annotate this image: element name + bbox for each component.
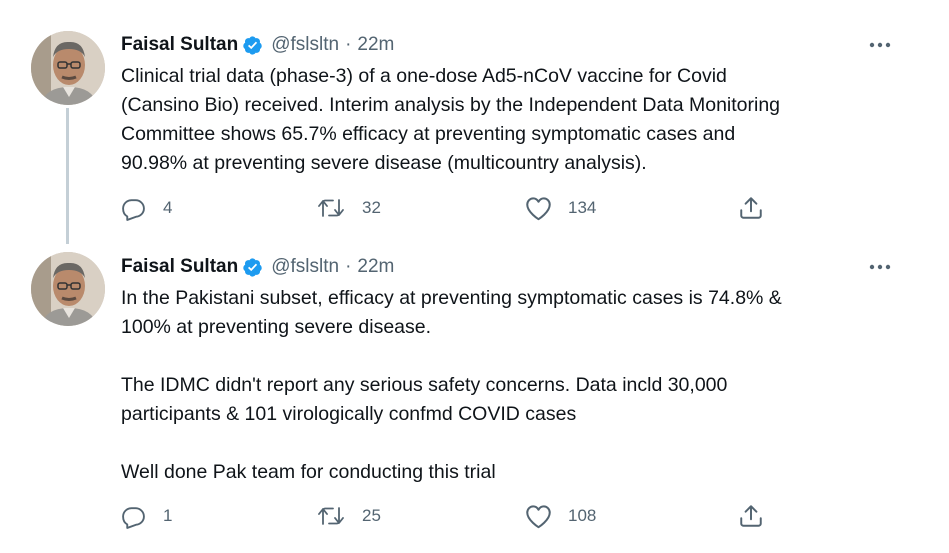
author-name[interactable]: Faisal Sultan: [121, 256, 238, 278]
retweet-count: 32: [362, 198, 381, 217]
verified-badge-icon: [242, 257, 263, 278]
author-name[interactable]: Faisal Sultan: [121, 34, 238, 56]
like-icon: [526, 196, 551, 220]
reply-count: 4: [163, 198, 173, 217]
like-icon: [526, 504, 551, 528]
thread-connector-line: [66, 108, 69, 244]
avatar-photo: [31, 252, 105, 326]
retweet-icon: [318, 199, 344, 217]
header-separator: ·: [345, 256, 352, 277]
author-avatar[interactable]: [31, 252, 105, 326]
share-button[interactable]: [738, 501, 764, 531]
header-separator: ·: [345, 34, 352, 55]
tweet-actions: 1 25 108: [121, 501, 781, 531]
reply-button[interactable]: 1: [121, 501, 172, 531]
like-button[interactable]: 108: [525, 501, 596, 531]
like-count: 108: [568, 506, 597, 525]
author-handle[interactable]: @fslsltn: [271, 256, 339, 278]
tweet-header: Faisal Sultan @fslsltn · 22m: [121, 254, 394, 280]
share-icon: [740, 505, 762, 527]
share-button[interactable]: [738, 193, 764, 223]
tweet-header: Faisal Sultan @fslsltn · 22m: [121, 32, 394, 58]
tweet-actions: 4 32 134: [121, 193, 781, 223]
avatar-photo: [31, 31, 105, 105]
more-icon[interactable]: [866, 35, 894, 55]
more-icon[interactable]: [866, 257, 894, 277]
retweet-icon: [318, 507, 344, 525]
tweet-text: In the Pakistani subset, efficacy at pre…: [121, 287, 782, 483]
reply-icon: [122, 506, 145, 529]
retweet-button[interactable]: 32: [317, 193, 381, 223]
like-count: 134: [568, 198, 597, 217]
like-button[interactable]: 134: [525, 193, 596, 223]
reply-icon: [122, 198, 145, 221]
reply-count: 1: [163, 506, 173, 525]
verified-badge-icon: [242, 35, 263, 56]
retweet-button[interactable]: 25: [317, 501, 381, 531]
tweet-timestamp[interactable]: 22m: [357, 256, 394, 278]
reply-button[interactable]: 4: [121, 193, 172, 223]
retweet-count: 25: [362, 506, 381, 525]
tweet-text: Clinical trial data (phase-3) of a one-d…: [121, 65, 781, 174]
share-icon: [740, 197, 762, 219]
author-avatar[interactable]: [31, 31, 105, 105]
tweet-timestamp[interactable]: 22m: [357, 34, 394, 56]
author-handle[interactable]: @fslsltn: [271, 34, 339, 56]
